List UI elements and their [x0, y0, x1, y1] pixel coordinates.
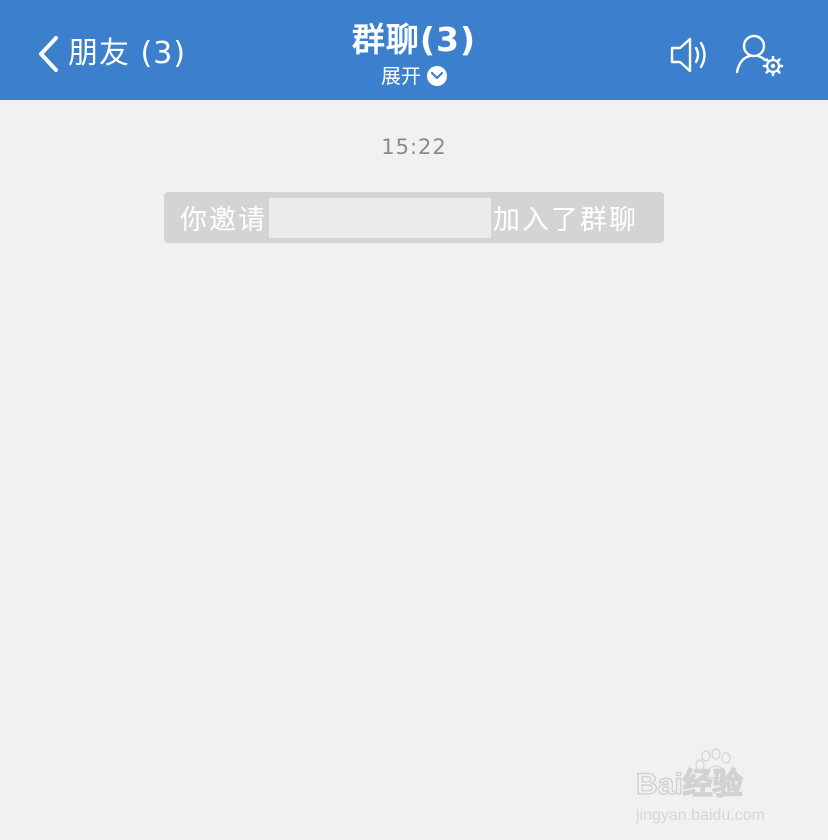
- redacted-name: [269, 197, 491, 238]
- speaker-icon[interactable]: [668, 34, 714, 76]
- expand-label: 展开: [381, 64, 421, 88]
- notice-suffix: 加入了群聊: [493, 205, 638, 236]
- back-label: 朋友 (3): [68, 36, 187, 71]
- watermark-url: jingyan.baidu.com: [635, 807, 765, 824]
- page-title: 群聊(3): [351, 20, 477, 59]
- chevron-left-icon: [39, 36, 58, 72]
- title-area: 群聊(3) 展开: [264, 18, 564, 90]
- watermark-logo: Bai经验: [636, 767, 743, 801]
- chevron-down-icon: [427, 66, 447, 86]
- nav-bar: 朋友 (3) 群聊(3) 展开: [0, 0, 828, 100]
- message-timestamp: 15:22: [381, 135, 447, 159]
- expand-button[interactable]: 展开: [381, 62, 447, 90]
- person-gear-icon[interactable]: [734, 32, 786, 78]
- system-notice: 你邀请 加入了群聊: [164, 192, 664, 243]
- notice-prefix: 你邀请: [180, 205, 267, 236]
- back-button[interactable]: 朋友 (3): [36, 34, 186, 74]
- baidu-jingyan-watermark: Bai经验 jingyan.baidu.com: [635, 748, 765, 824]
